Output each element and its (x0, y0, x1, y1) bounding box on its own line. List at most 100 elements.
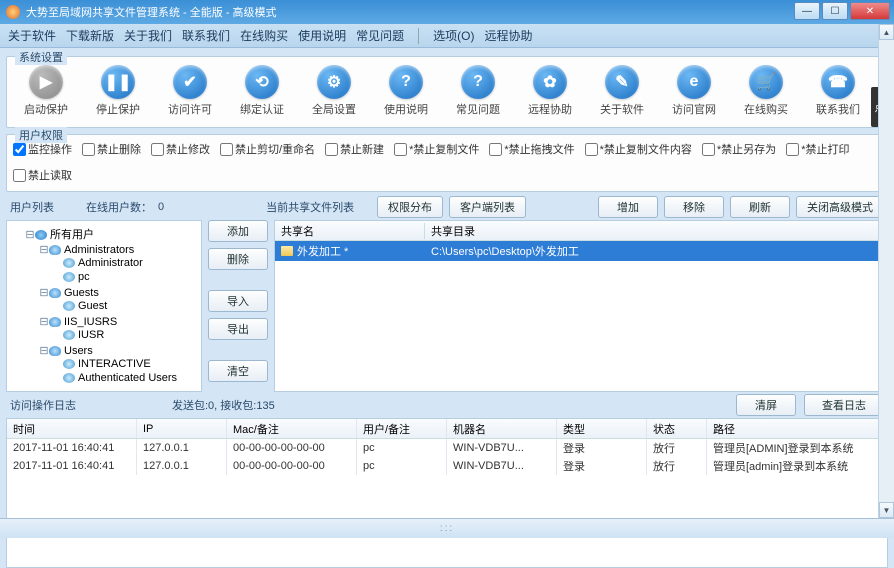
log-col-path[interactable]: 路径 (707, 419, 887, 438)
perm-label: 禁止修改 (166, 141, 210, 157)
remove-share-button[interactable]: 移除 (664, 196, 724, 218)
toolbar-icon: ⟲ (245, 65, 279, 99)
log-col-ip[interactable]: IP (137, 419, 227, 438)
menu-about-us[interactable]: 关于我们 (124, 27, 172, 44)
maximize-button[interactable]: ☐ (822, 2, 848, 20)
minimize-button[interactable]: — (794, 2, 820, 20)
perm-7[interactable]: *禁止复制文件内容 (585, 141, 692, 157)
log-row[interactable]: 2017-11-01 16:40:41127.0.0.100-00-00-00-… (7, 439, 887, 457)
close-advanced-button[interactable]: 关闭高级模式 (796, 196, 884, 218)
perm-label: *禁止复制文件内容 (600, 141, 692, 157)
tree-user[interactable]: Guest (53, 299, 197, 313)
log-col-state[interactable]: 状态 (647, 419, 707, 438)
clear-log-button[interactable]: 清屏 (736, 394, 796, 416)
perm-label: 禁止新建 (340, 141, 384, 157)
perm-checkbox[interactable] (220, 143, 233, 156)
userlist-label: 用户列表 (10, 199, 54, 215)
tree-export-button[interactable]: 导出 (208, 318, 268, 340)
toolbar-1[interactable]: ❚❚停止保护 (91, 65, 145, 117)
tree-user[interactable]: IUSR (53, 328, 197, 342)
perm-1[interactable]: 禁止删除 (82, 141, 141, 157)
menu-faq[interactable]: 常见问题 (356, 27, 404, 44)
log-col-host[interactable]: 机器名 (447, 419, 557, 438)
toolbar-7[interactable]: ✿远程协助 (523, 65, 577, 117)
perm-10[interactable]: 禁止读取 (13, 167, 72, 183)
close-button[interactable]: ✕ (850, 2, 890, 20)
perm-8[interactable]: *禁止另存为 (702, 141, 776, 157)
scroll-down-icon[interactable]: ▼ (879, 502, 894, 518)
vertical-scrollbar[interactable]: ▲ ▼ (878, 24, 894, 518)
toolbar-4[interactable]: ⚙全局设置 (307, 65, 361, 117)
scroll-up-icon[interactable]: ▲ (879, 24, 894, 40)
share-col-name[interactable]: 共享名 (275, 223, 425, 239)
perm-9[interactable]: *禁止打印 (786, 141, 849, 157)
perm-checkbox[interactable] (82, 143, 95, 156)
view-log-button[interactable]: 查看日志 (804, 394, 884, 416)
menu-separator (418, 28, 419, 44)
tree-user[interactable]: INTERACTIVE (53, 357, 197, 371)
tree-group[interactable]: ⊟Users INTERACTIVE Authenticated Users (39, 343, 197, 386)
toolbar-6[interactable]: ?常见问题 (451, 65, 505, 117)
log-table[interactable]: 时间 IP Mac/备注 用户/备注 机器名 类型 状态 路径 2017-11-… (6, 418, 888, 568)
toolbar-8[interactable]: ✎关于软件 (595, 65, 649, 117)
tree-clear-button[interactable]: 清空 (208, 360, 268, 382)
tree-group[interactable]: ⊟Guests Guest (39, 285, 197, 314)
toolbar: ▶启动保护 ❚❚停止保护 ✔访问许可 ⟲ 绑定认证 ⚙全局设置 ?使用说明 ?常见问题 ✿远程协… (13, 61, 881, 121)
menu-buy[interactable]: 在线购买 (240, 27, 288, 44)
perm-distribution-button[interactable]: 权限分布 (377, 196, 443, 218)
tree-user[interactable]: Administrator (53, 256, 197, 270)
menu-remote[interactable]: 远程协助 (484, 27, 532, 44)
perm-checkbox[interactable] (786, 143, 799, 156)
share-list[interactable]: 共享名 共享目录 外发加工 *C:\Users\pc\Desktop\外发加工 (274, 220, 888, 392)
perm-4[interactable]: 禁止新建 (325, 141, 384, 157)
perm-checkbox[interactable] (702, 143, 715, 156)
log-row[interactable]: 2017-11-01 16:40:41127.0.0.100-00-00-00-… (7, 457, 887, 475)
resize-grip-icon[interactable]: ::: (440, 523, 454, 534)
perm-checkbox[interactable] (325, 143, 338, 156)
perm-checkbox[interactable] (394, 143, 407, 156)
tree-delete-button[interactable]: 删除 (208, 248, 268, 270)
tree-user[interactable]: Authenticated Users (53, 371, 197, 385)
permissions-group: 用户权限 监控操作禁止删除禁止修改禁止剪切/重命名禁止新建*禁止复制文件*禁止拖… (6, 134, 888, 192)
log-col-user[interactable]: 用户/备注 (357, 419, 447, 438)
perm-checkbox[interactable] (13, 143, 26, 156)
perm-3[interactable]: 禁止剪切/重命名 (220, 141, 315, 157)
tree-add-button[interactable]: 添加 (208, 220, 268, 242)
user-tree[interactable]: ⊟所有用户⊟Administrators Administrator pc⊟Gu… (6, 220, 202, 392)
perm-5[interactable]: *禁止复制文件 (394, 141, 479, 157)
menu-options[interactable]: 选项(O) (433, 27, 474, 44)
log-col-type[interactable]: 类型 (557, 419, 647, 438)
tree-group[interactable]: ⊟IIS_IUSRS IUSR (39, 314, 197, 343)
client-list-button[interactable]: 客户端列表 (449, 196, 526, 218)
toolbar-9[interactable]: e访问官网 (667, 65, 721, 117)
perm-checkbox[interactable] (13, 169, 26, 182)
add-share-button[interactable]: 增加 (598, 196, 658, 218)
share-row[interactable]: 外发加工 *C:\Users\pc\Desktop\外发加工 (275, 241, 887, 261)
toolbar-3[interactable]: ⟲ 绑定认证 (235, 65, 289, 117)
toolbar-10[interactable]: 🛒在线购买 (739, 65, 793, 117)
share-col-dir[interactable]: 共享目录 (425, 223, 887, 239)
toolbar-2[interactable]: ✔访问许可 (163, 65, 217, 117)
refresh-button[interactable]: 刷新 (730, 196, 790, 218)
perm-6[interactable]: *禁止拖拽文件 (489, 141, 574, 157)
log-col-time[interactable]: 时间 (7, 419, 137, 438)
perm-checkbox[interactable] (585, 143, 598, 156)
toolbar-5[interactable]: ?使用说明 (379, 65, 433, 117)
perm-2[interactable]: 禁止修改 (151, 141, 210, 157)
toolbar-0[interactable]: ▶启动保护 (19, 65, 73, 117)
tree-import-button[interactable]: 导入 (208, 290, 268, 312)
log-col-mac[interactable]: Mac/备注 (227, 419, 357, 438)
toolbar-label: 在线购买 (744, 101, 788, 117)
window-title: 大势至局域网共享文件管理系统 - 全能版 - 高级模式 (26, 4, 277, 20)
menu-about-software[interactable]: 关于软件 (8, 27, 56, 44)
tree-user[interactable]: pc (53, 270, 197, 284)
toolbar-label: 绑定认证 (240, 101, 284, 117)
toolbar-11[interactable]: ☎联系我们 (811, 65, 865, 117)
perm-0[interactable]: 监控操作 (13, 141, 72, 157)
perm-checkbox[interactable] (489, 143, 502, 156)
menu-download[interactable]: 下载新版 (66, 27, 114, 44)
tree-group[interactable]: ⊟Administrators Administrator pc (39, 242, 197, 285)
perm-checkbox[interactable] (151, 143, 164, 156)
menu-help[interactable]: 使用说明 (298, 27, 346, 44)
menu-contact[interactable]: 联系我们 (182, 27, 230, 44)
